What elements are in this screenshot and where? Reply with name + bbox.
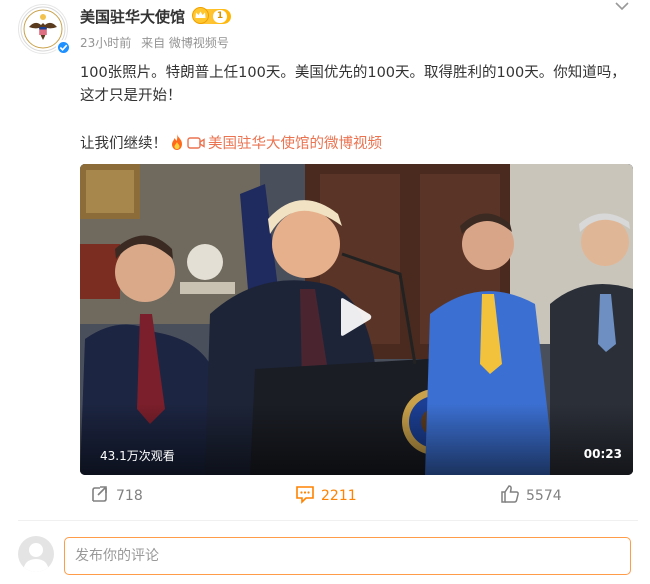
repost-count: 718: [116, 488, 143, 504]
crown-icon: [192, 7, 209, 24]
comment-icon: [296, 486, 314, 504]
more-icon[interactable]: [612, 0, 632, 14]
comment-button[interactable]: 2211: [295, 484, 357, 506]
author-name[interactable]: 美国驻华大使馆: [80, 6, 185, 27]
post-text-line2: 让我们继续！ 美国驻华大使馆的微博视频: [80, 133, 382, 156]
repost-icon: [92, 486, 107, 502]
divider: [18, 520, 638, 521]
like-count: 5574: [526, 488, 562, 504]
post-meta: 23小时前 来自 微博视频号: [80, 34, 235, 51]
default-avatar-icon: [23, 543, 49, 572]
video-duration: 00:23: [583, 447, 622, 461]
comment-input[interactable]: [64, 537, 631, 575]
post-time[interactable]: 23小时前: [80, 36, 131, 50]
post-source: 来自 微博视频号: [141, 36, 229, 50]
video-player[interactable]: 43.1万次观看 00:23: [80, 164, 633, 475]
post-text-prefix: 让我们继续！: [80, 136, 167, 152]
repost-button[interactable]: 718: [90, 484, 143, 506]
comment-count: 2211: [321, 488, 357, 504]
video-view-count: 43.1万次观看: [100, 449, 175, 463]
video-link-label: 美国驻华大使馆的微博视频: [208, 136, 382, 152]
play-icon[interactable]: [337, 297, 373, 337]
video-icon: [187, 137, 205, 149]
like-button[interactable]: 5574: [500, 484, 562, 506]
fire-icon: [172, 134, 182, 150]
level-badge[interactable]: 1: [192, 7, 231, 24]
like-icon: [501, 485, 519, 503]
post-text: 100张照片。特朗普上任100天。美国优先的100天。取得胜利的100天。你知道…: [80, 65, 626, 104]
current-user-avatar[interactable]: [18, 536, 54, 572]
level-number: 1: [213, 10, 227, 23]
verified-icon: [56, 40, 71, 55]
video-source-link[interactable]: 美国驻华大使馆的微博视频: [187, 136, 382, 152]
weibo-post-card: 美国驻华大使馆 1 23小时前 来自 微博视频号 100张照片。特朗普上任100…: [0, 0, 650, 584]
